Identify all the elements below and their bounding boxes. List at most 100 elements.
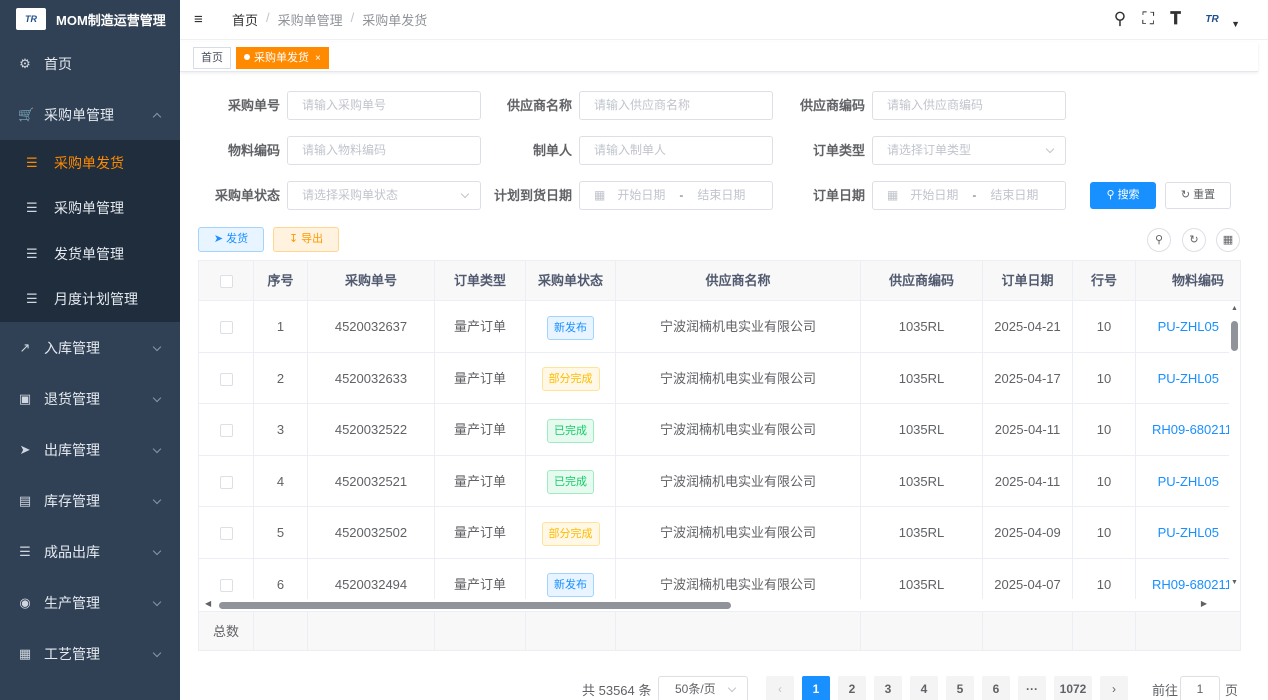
table-row[interactable]: 3 4520032522 量产订单 已完成 宁波润楠机电实业有限公司 1035R… [199, 404, 1229, 456]
goto-page-input[interactable]: 1 [1180, 676, 1220, 700]
next-page-button[interactable]: › [1100, 676, 1128, 700]
tag-home[interactable]: 首页 [193, 47, 231, 69]
ship-button[interactable]: ➤ 发货 [198, 227, 264, 252]
monitor-icon: ▤ [18, 492, 32, 508]
refresh-button[interactable]: ↻ [1182, 228, 1206, 252]
prev-page-button[interactable]: ‹ [766, 676, 794, 700]
search-button[interactable]: ⚲ 搜索 [1090, 182, 1156, 209]
submenu: ☰ 采购单发货 ☰ 采购单管理 ☰ 发货单管理 ☰ 月度计划管理 [0, 140, 180, 322]
cell-line-no: 10 [1073, 352, 1136, 404]
search-icon: ⚲ [1154, 234, 1164, 246]
cell-material-code[interactable]: PU-ZHL05 [1136, 507, 1229, 558]
row-checkbox[interactable] [219, 527, 233, 541]
export-button[interactable]: ↧ 导出 [273, 227, 339, 252]
caret-down-icon[interactable]: ▼ [1231, 19, 1240, 29]
row-checkbox[interactable] [219, 475, 233, 489]
supplier-name-input[interactable]: 请输入供应商名称 [579, 91, 773, 120]
sidebar-item-inventory[interactable]: ▤ 库存管理 [0, 475, 180, 526]
page-button[interactable]: 4 [910, 676, 938, 700]
order-status-select[interactable]: 请选择采购单状态 [287, 181, 481, 210]
footer-cell [435, 612, 526, 650]
table-row[interactable]: 5 4520032502 量产订单 部分完成 宁波润楠机电实业有限公司 1035… [199, 507, 1229, 559]
table-row[interactable]: 4 4520032521 量产订单 已完成 宁波润楠机电实业有限公司 1035R… [199, 455, 1229, 507]
page-button[interactable]: 2 [838, 676, 866, 700]
fullscreen-icon[interactable]: ⛶ [1142, 9, 1154, 29]
toggle-search-button[interactable]: ⚲ [1147, 228, 1171, 252]
row-checkbox[interactable] [219, 372, 233, 386]
scroll-right-icon[interactable]: ▶ [1201, 599, 1207, 608]
chevron-down-icon [152, 495, 162, 504]
material-code-label: 物料编码 [227, 143, 280, 158]
order-no-input[interactable]: 请输入采购单号 [287, 91, 481, 120]
breadcrumb-item[interactable]: 首页 [232, 10, 258, 29]
sidebar-subitem-purchase-manage[interactable]: ☰ 采购单管理 [0, 186, 180, 232]
page-button[interactable]: 6 [982, 676, 1010, 700]
total-count: 共 53564 条 [582, 683, 652, 698]
select-all-checkbox[interactable] [219, 275, 233, 289]
inbound-icon: ↗ [19, 339, 31, 355]
page-button[interactable]: 1 [802, 676, 830, 700]
tags-view: 首页 采购单发货 × [180, 42, 1258, 72]
sidebar-item-label: 生产管理 [44, 594, 100, 611]
sidebar-item-inbound[interactable]: ↗ 入库管理 [0, 322, 180, 373]
cell-material-code[interactable]: RH09-680211 [1136, 404, 1229, 455]
font-size-icon[interactable]: 𝐓 [1170, 9, 1181, 29]
row-select-cell [199, 352, 254, 404]
supplier-code-input[interactable]: 请输入供应商编码 [872, 91, 1066, 120]
tag-purchase-ship[interactable]: 采购单发货 × [236, 47, 329, 69]
cell-supplier-code: 1035RL [861, 507, 983, 558]
order-type-select[interactable]: 请选择订单类型 [872, 136, 1066, 165]
placeholder: 请输入采购单号 [302, 98, 387, 112]
scrollbar-thumb[interactable] [1231, 321, 1238, 351]
sidebar-item-purchase[interactable]: 🛒 采购单管理 [0, 89, 180, 140]
sidebar-item-label: 库存管理 [44, 492, 100, 509]
cell-order-date: 2025-04-11 [983, 404, 1073, 455]
scrollbar-thumb[interactable] [219, 602, 731, 609]
cell-material-code[interactable]: PU-ZHL05 [1136, 456, 1229, 507]
page-button[interactable]: 1072 [1054, 676, 1092, 700]
footer-cell [861, 612, 983, 650]
breadcrumb-separator: / [350, 10, 355, 25]
creator-input[interactable]: 请输入制单人 [579, 136, 773, 165]
page-button[interactable]: 3 [874, 676, 902, 700]
header-cell: 物料编码 [1171, 273, 1224, 288]
sidebar-item-process[interactable]: ▦ 工艺管理 [0, 628, 180, 679]
sidebar-item-finished-out[interactable]: ☰ 成品出库 [0, 526, 180, 577]
scroll-down-icon[interactable]: ▼ [1231, 579, 1238, 586]
plan-date-range[interactable]: ▦ 开始日期 - 结束日期 [579, 181, 773, 210]
horizontal-scrollbar[interactable]: ◀ ▶ [199, 599, 1229, 611]
more-pages-button[interactable]: ··· [1018, 676, 1046, 700]
reset-button[interactable]: ↻ 重置 [1165, 182, 1231, 209]
sidebar-subitem-shipment-manage[interactable]: ☰ 发货单管理 [0, 231, 180, 277]
sidebar-subitem-ship[interactable]: ☰ 采购单发货 [0, 140, 180, 186]
cell-order-date: 2025-04-11 [983, 455, 1073, 507]
row-checkbox[interactable] [219, 424, 233, 438]
cell-supplier-code: 1035RL [861, 404, 983, 455]
header-cell: 供应商编码 [861, 261, 983, 301]
logo-bar: TR MOM制造运营管理 [0, 0, 180, 38]
row-checkbox[interactable] [219, 321, 233, 335]
search-icon[interactable]: ⚲ [1114, 9, 1126, 29]
cell-material-code[interactable]: PU-ZHL05 [1136, 301, 1229, 352]
breadcrumb-item[interactable]: 采购单管理 [278, 10, 343, 29]
table-row[interactable]: 2 4520032633 量产订单 部分完成 宁波润楠机电实业有限公司 1035… [199, 352, 1229, 404]
sidebar-item-home[interactable]: ⚙ 首页 [0, 38, 180, 89]
page-button[interactable]: 5 [946, 676, 974, 700]
sidebar-item-return[interactable]: ▣ 退货管理 [0, 373, 180, 424]
page-size-select[interactable]: 50条/页 [658, 676, 748, 700]
hamburger-icon[interactable]: ≡ [194, 11, 208, 28]
table-row[interactable]: 1 4520032637 量产订单 新发布 宁波润楠机电实业有限公司 1035R… [199, 301, 1229, 353]
material-code-input[interactable]: 请输入物料编码 [287, 136, 481, 165]
scroll-left-icon[interactable]: ◀ [205, 599, 211, 608]
order-date-range[interactable]: ▦ 开始日期 - 结束日期 [872, 181, 1066, 210]
sidebar-item-production[interactable]: ◉ 生产管理 [0, 577, 180, 628]
close-icon[interactable]: × [315, 53, 321, 64]
sidebar-item-outbound[interactable]: ➤ 出库管理 [0, 424, 180, 475]
columns-button[interactable]: ▦ [1216, 228, 1240, 252]
sidebar-subitem-monthly-plan[interactable]: ☰ 月度计划管理 [0, 277, 180, 323]
cell-material-code[interactable]: PU-ZHL05 [1136, 353, 1229, 404]
scroll-up-icon[interactable]: ▲ [1231, 305, 1238, 312]
avatar[interactable]: TR [1197, 8, 1227, 30]
vertical-scrollbar[interactable]: ▲ ▼ [1229, 301, 1240, 599]
row-checkbox[interactable] [219, 578, 233, 592]
